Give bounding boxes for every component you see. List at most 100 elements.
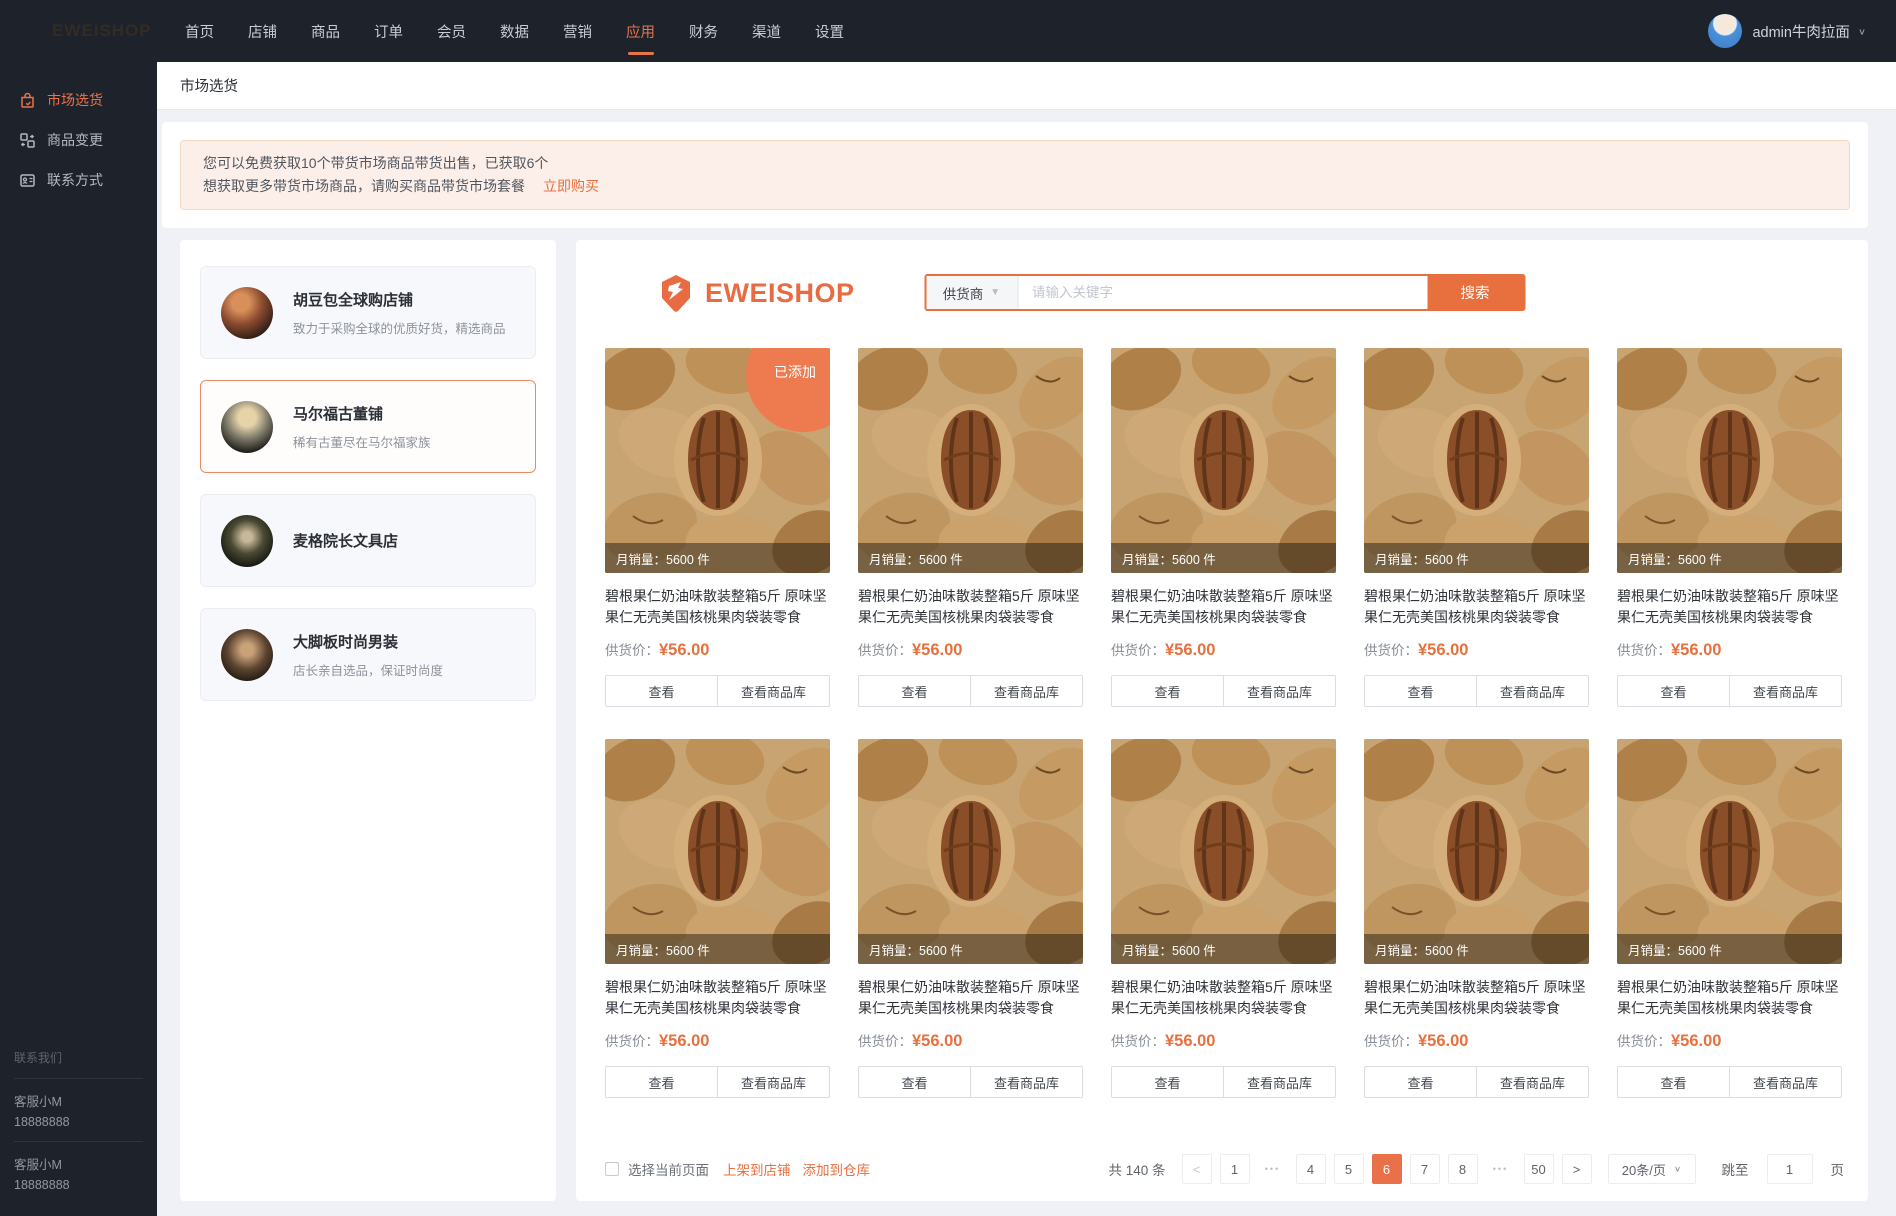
page-button[interactable]: 6: [1371, 1154, 1402, 1184]
page-button[interactable]: 7: [1409, 1154, 1440, 1184]
view-button[interactable]: 查看: [605, 675, 718, 707]
shop-avatar: [221, 400, 273, 453]
publish-to-shop-link[interactable]: 上架到店铺: [723, 1159, 791, 1179]
sidebar-item-market-pick[interactable]: 市场选货: [0, 80, 157, 120]
view-button[interactable]: 查看: [1364, 675, 1477, 707]
market-bag-icon: [18, 91, 36, 109]
sidebar-item-contact[interactable]: 联系方式: [0, 160, 157, 200]
view-library-button[interactable]: 查看商品库: [1476, 675, 1589, 707]
view-library-button[interactable]: 查看商品库: [1729, 675, 1842, 707]
pecan-photo-placeholder: [1617, 348, 1842, 573]
product-image[interactable]: 月销量： 5600 件: [605, 739, 830, 964]
view-button[interactable]: 查看: [858, 1066, 971, 1098]
nav-item[interactable]: 数据: [483, 0, 546, 62]
product-image[interactable]: 月销量： 5600 件: [858, 739, 1083, 964]
view-button[interactable]: 查看: [858, 675, 971, 707]
add-to-warehouse-link[interactable]: 添加到仓库: [803, 1159, 871, 1179]
product-card: 月销量： 5600 件 碧根果仁奶油味散装整箱5斤 原味坚果仁无壳美国核桃果肉袋装…: [605, 739, 830, 1098]
view-library-button[interactable]: 查看商品库: [717, 1066, 830, 1098]
view-library-button[interactable]: 查看商品库: [1476, 1066, 1589, 1098]
topbar-logo: EWEISHOP: [52, 21, 152, 40]
prev-page-button[interactable]: <: [1181, 1154, 1212, 1184]
next-page-button[interactable]: >: [1561, 1154, 1592, 1184]
pecan-photo-placeholder: [858, 348, 1083, 573]
view-button[interactable]: 查看: [1111, 675, 1224, 707]
pecan-photo-placeholder: [858, 739, 1083, 964]
shop-desc: 稀有古董尽在马尔福家族: [293, 435, 431, 450]
sidebar-contact-footer: 联系我们 客服小M 18888888 客服小M 18888888: [0, 1049, 157, 1192]
product-title[interactable]: 碧根果仁奶油味散装整箱5斤 原味坚果仁无壳美国核桃果肉袋装零食: [1364, 977, 1589, 1018]
pecan-photo-placeholder: [605, 739, 830, 964]
jump-page-input[interactable]: [1766, 1154, 1813, 1184]
product-title[interactable]: 碧根果仁奶油味散装整箱5斤 原味坚果仁无壳美国核桃果肉袋装零食: [858, 586, 1083, 627]
shop-card[interactable]: 马尔福古董铺 稀有古董尽在马尔福家族: [200, 380, 536, 473]
nav-item[interactable]: 财务: [672, 0, 735, 62]
nav-item[interactable]: 会员: [420, 0, 483, 62]
shop-card[interactable]: 大脚板时尚男装 店长亲自选品，保证时尚度: [200, 608, 536, 701]
product-image[interactable]: 已添加 月销量： 5600 件: [605, 348, 830, 573]
nav-item[interactable]: 营销: [546, 0, 609, 62]
product-title[interactable]: 碧根果仁奶油味散装整箱5斤 原味坚果仁无壳美国核桃果肉袋装零食: [1617, 586, 1842, 627]
product-title[interactable]: 碧根果仁奶油味散装整箱5斤 原味坚果仁无壳美国核桃果肉袋装零食: [858, 977, 1083, 1018]
view-library-button[interactable]: 查看商品库: [1223, 675, 1336, 707]
shop-desc: 致力于采购全球的优质好货，精选商品: [293, 321, 506, 336]
product-image[interactable]: 月销量： 5600 件: [1111, 739, 1336, 964]
search-button[interactable]: 搜索: [1427, 276, 1523, 309]
product-image[interactable]: 月销量： 5600 件: [1364, 739, 1589, 964]
page-size-select[interactable]: 20条/页 ∨: [1607, 1154, 1696, 1184]
nav-item[interactable]: 应用: [609, 0, 672, 62]
buy-now-link[interactable]: 立即购买: [543, 178, 599, 194]
page-button[interactable]: 8: [1447, 1154, 1478, 1184]
product-title[interactable]: 碧根果仁奶油味散装整箱5斤 原味坚果仁无壳美国核桃果肉袋装零食: [1364, 586, 1589, 627]
select-page-checkbox[interactable]: [605, 1162, 619, 1176]
product-image[interactable]: 月销量： 5600 件: [1617, 739, 1842, 964]
product-card: 月销量： 5600 件 碧根果仁奶油味散装整箱5斤 原味坚果仁无壳美国核桃果肉袋装…: [858, 348, 1083, 707]
product-card: 月销量： 5600 件 碧根果仁奶油味散装整箱5斤 原味坚果仁无壳美国核桃果肉袋装…: [1364, 739, 1589, 1098]
view-library-button[interactable]: 查看商品库: [1729, 1066, 1842, 1098]
product-card: 月销量： 5600 件 碧根果仁奶油味散装整箱5斤 原味坚果仁无壳美国核桃果肉袋装…: [1364, 348, 1589, 707]
product-image[interactable]: 月销量： 5600 件: [1617, 348, 1842, 573]
view-library-button[interactable]: 查看商品库: [970, 1066, 1083, 1098]
view-button[interactable]: 查看: [1111, 1066, 1224, 1098]
product-title[interactable]: 碧根果仁奶油味散装整箱5斤 原味坚果仁无壳美国核桃果肉袋装零食: [605, 977, 830, 1018]
shop-avatar: [221, 286, 273, 339]
shop-card[interactable]: 胡豆包全球购店铺 致力于采购全球的优质好货，精选商品: [200, 266, 536, 359]
page-button[interactable]: 5: [1333, 1154, 1364, 1184]
nav-item[interactable]: 店铺: [231, 0, 294, 62]
product-title[interactable]: 碧根果仁奶油味散装整箱5斤 原味坚果仁无壳美国核桃果肉袋装零食: [1617, 977, 1842, 1018]
product-image[interactable]: 月销量： 5600 件: [1364, 348, 1589, 573]
sidebar-item-label: 商品变更: [47, 132, 103, 148]
price-value: ¥56.00: [1671, 1032, 1722, 1050]
user-menu[interactable]: admin牛肉拉面 ∨: [1708, 0, 1866, 62]
nav-item[interactable]: 订单: [357, 0, 420, 62]
chevron-down-icon: ∨: [1673, 1164, 1682, 1174]
view-button[interactable]: 查看: [1364, 1066, 1477, 1098]
page-button[interactable]: 1: [1219, 1154, 1250, 1184]
sidebar-item-goods-change[interactable]: 商品变更: [0, 120, 157, 160]
view-button[interactable]: 查看: [605, 1066, 718, 1098]
page-button[interactable]: 4: [1295, 1154, 1326, 1184]
user-avatar: [1708, 14, 1743, 48]
search-input[interactable]: [1018, 276, 1427, 309]
product-title[interactable]: 碧根果仁奶油味散装整箱5斤 原味坚果仁无壳美国核桃果肉袋装零食: [1111, 977, 1336, 1018]
product-image[interactable]: 月销量： 5600 件: [1111, 348, 1336, 573]
view-button[interactable]: 查看: [1617, 675, 1730, 707]
goods-change-icon: [18, 131, 36, 149]
product-title[interactable]: 碧根果仁奶油味散装整箱5斤 原味坚果仁无壳美国核桃果肉袋装零食: [1111, 586, 1336, 627]
view-library-button[interactable]: 查看商品库: [970, 675, 1083, 707]
product-title[interactable]: 碧根果仁奶油味散装整箱5斤 原味坚果仁无壳美国核桃果肉袋装零食: [605, 586, 830, 627]
page-button[interactable]: 50: [1523, 1154, 1554, 1184]
view-library-button[interactable]: 查看商品库: [717, 675, 830, 707]
product-image[interactable]: 月销量： 5600 件: [858, 348, 1083, 573]
nav-item[interactable]: 首页: [168, 0, 231, 62]
shop-card[interactable]: 麦格院长文具店: [200, 494, 536, 587]
nav-item[interactable]: 商品: [294, 0, 357, 62]
view-library-button[interactable]: 查看商品库: [1223, 1066, 1336, 1098]
monthly-sales-strip: 月销量： 5600 件: [858, 934, 1083, 964]
shop-name: 麦格院长文具店: [293, 533, 399, 550]
nav-item[interactable]: 渠道: [735, 0, 798, 62]
supplier-filter-select[interactable]: 供货商 ▼: [926, 276, 1018, 309]
nav-item[interactable]: 设置: [798, 0, 861, 62]
jump-suffix: 页: [1830, 1163, 1845, 1178]
view-button[interactable]: 查看: [1617, 1066, 1730, 1098]
